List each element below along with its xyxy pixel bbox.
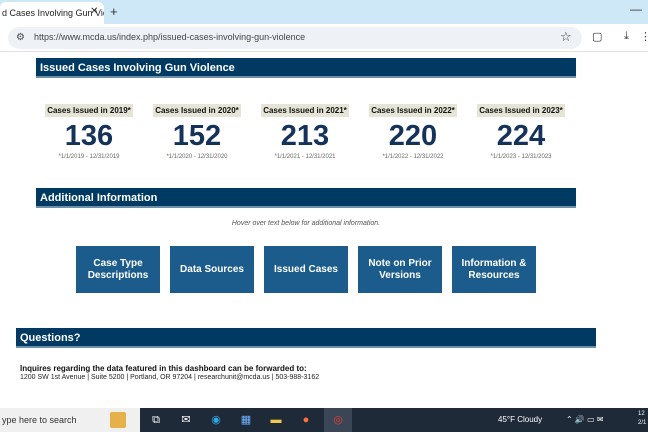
stat-card-2022: Cases Issued in 2022* 220 *1/1/2022 - 12… — [361, 100, 465, 160]
download-icon[interactable]: ⤓ — [624, 30, 629, 43]
minimize-icon[interactable]: — — [630, 2, 642, 16]
stat-range: *1/1/2022 - 12/31/2022 — [382, 154, 444, 160]
stat-label: Cases Issued in 2021* — [261, 104, 349, 117]
contact-info: 1200 SW 1st Avenue | Suite 5200 | Portla… — [20, 374, 320, 381]
url-text: https://www.mcda.us/index.php/issued-cas… — [34, 32, 306, 42]
weather-widget[interactable]: 45°F Cloudy — [498, 415, 542, 424]
section-header-additional-info: Additional Information — [36, 188, 576, 208]
stat-label: Cases Issued in 2022* — [369, 104, 457, 117]
address-bar: ⚙ https://www.mcda.us/index.php/issued-c… — [0, 24, 648, 52]
chrome-icon[interactable]: ◎ — [330, 412, 346, 428]
new-tab-button[interactable]: + — [110, 4, 118, 19]
inquiry-text: Inquires regarding the data featured in … — [20, 364, 307, 373]
tab-close-icon[interactable]: ✕ — [90, 6, 98, 17]
mail-icon[interactable]: ✉ — [178, 412, 194, 428]
stat-value: 213 — [280, 120, 330, 152]
stat-range: *1/1/2019 - 12/31/2019 — [58, 154, 120, 160]
stat-range: *1/1/2023 - 12/31/2023 — [490, 154, 552, 160]
url-input[interactable]: ⚙ https://www.mcda.us/index.php/issued-c… — [8, 27, 582, 49]
edge-icon[interactable]: ◉ — [208, 412, 224, 428]
stat-value: 220 — [388, 120, 438, 152]
clock-date: 2/1 — [638, 420, 647, 426]
windows-taskbar: ype here to search ⧉ ✉ ◉ ▦ ▬ ● ◎ 45°F Cl… — [0, 408, 648, 432]
briefcase-icon[interactable] — [110, 412, 126, 428]
stat-label: Cases Issued in 2020* — [153, 104, 241, 117]
stat-card-2020: Cases Issued in 2020* 152 *1/1/2020 - 12… — [145, 100, 249, 160]
section-header-issued-cases: Issued Cases Involving Gun Violence — [36, 58, 576, 78]
hover-note: Hover over text below for additional inf… — [231, 220, 381, 227]
bookmark-star-icon[interactable]: ☆ — [560, 29, 572, 45]
note-on-prior-versions-button[interactable]: Note on Prior Versions — [358, 246, 442, 293]
tab-title: d Cases Involving Gun Vio — [2, 8, 104, 18]
stat-card-2023: Cases Issued in 2023* 224 *1/1/2023 - 12… — [469, 100, 573, 160]
file-explorer-icon[interactable]: ▬ — [268, 412, 284, 428]
task-view-icon[interactable]: ⧉ — [148, 412, 164, 428]
browser-menu-icon[interactable]: ⋮ — [640, 30, 648, 43]
browser-tabbar: d Cases Involving Gun Vio ✕ + — — [0, 0, 648, 24]
stat-card-2021: Cases Issued in 2021* 213 *1/1/2021 - 12… — [253, 100, 357, 160]
issued-cases-button[interactable]: Issued Cases — [264, 246, 348, 293]
case-type-descriptions-button[interactable]: Case Type Descriptions — [76, 246, 160, 293]
data-sources-button[interactable]: Data Sources — [170, 246, 254, 293]
system-tray-icons[interactable]: ⌃ 🔊 ▭ ✉ — [566, 415, 604, 424]
clock[interactable]: 12 2/1 — [638, 410, 646, 428]
stat-range: *1/1/2020 - 12/31/2020 — [166, 154, 228, 160]
site-settings-icon[interactable]: ⚙ — [16, 32, 25, 43]
stat-card-2019: Cases Issued in 2019* 136 *1/1/2019 - 12… — [37, 100, 141, 160]
stat-label: Cases Issued in 2019* — [45, 104, 133, 117]
clock-time: 12 — [638, 411, 645, 417]
browser-tab[interactable]: d Cases Involving Gun Vio ✕ — [0, 2, 104, 24]
store-icon[interactable]: ▦ — [238, 412, 254, 428]
firefox-icon[interactable]: ● — [298, 412, 314, 428]
stat-value: 136 — [64, 120, 114, 152]
extensions-icon[interactable]: ▢ — [592, 30, 602, 43]
stat-label: Cases Issued in 2023* — [477, 104, 565, 117]
stat-value: 224 — [496, 120, 546, 152]
information-resources-button[interactable]: Information & Resources — [452, 246, 536, 293]
section-header-questions: Questions? — [16, 328, 596, 348]
stat-range: *1/1/2021 - 12/31/2021 — [274, 154, 336, 160]
stat-value: 152 — [172, 120, 222, 152]
